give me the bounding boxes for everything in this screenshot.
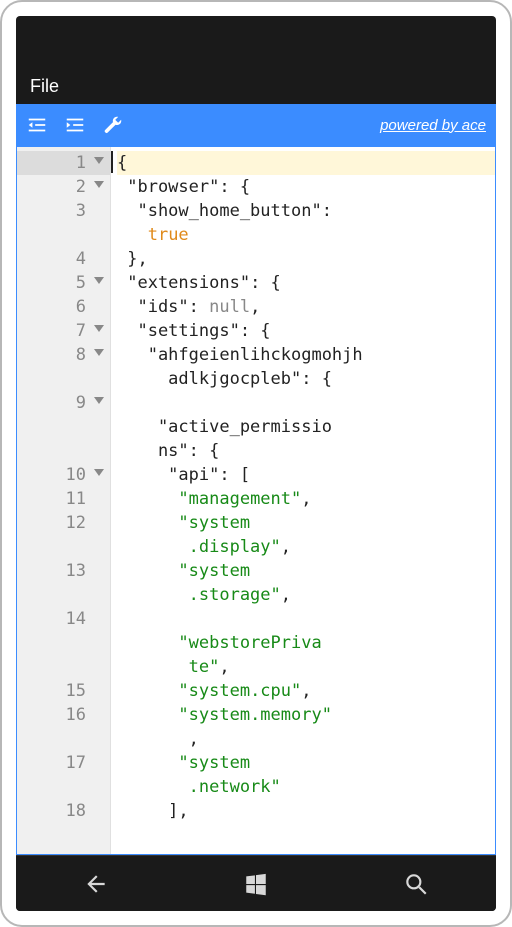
indent-icon[interactable] — [64, 114, 86, 136]
gutter-line[interactable]: 15 — [17, 679, 110, 703]
wrench-icon[interactable] — [102, 114, 124, 136]
editor-toolbar: powered by ace — [16, 104, 496, 146]
gutter-line[interactable]: 3 — [17, 199, 110, 247]
gutter-line[interactable]: 12 — [17, 511, 110, 559]
gutter-line[interactable]: 7 — [17, 319, 110, 343]
outdent-icon[interactable] — [26, 114, 48, 136]
gutter-line[interactable]: 11 — [17, 487, 110, 511]
gutter-line[interactable]: 6 — [17, 295, 110, 319]
powered-by-link[interactable]: powered by ace — [380, 117, 486, 134]
status-bar — [16, 16, 496, 68]
gutter-line[interactable]: 8 — [17, 343, 110, 391]
gutter-line[interactable]: 9 — [17, 391, 110, 463]
gutter-line[interactable]: 5 — [17, 271, 110, 295]
gutter-line[interactable]: 16 — [17, 703, 110, 751]
fold-arrow-icon[interactable] — [94, 397, 104, 404]
device-frame: File powered by ace 12345678910111213141… — [0, 0, 512, 927]
gutter-line[interactable]: 4 — [17, 247, 110, 271]
status-line: Ln: 1 Col: 1 — [17, 854, 495, 855]
editor[interactable]: 123456789101112131415161718 { "browser":… — [16, 146, 496, 855]
screen: File powered by ace 12345678910111213141… — [16, 16, 496, 911]
gutter-line[interactable]: 17 — [17, 751, 110, 799]
text-cursor — [111, 151, 113, 173]
fold-arrow-icon[interactable] — [94, 181, 104, 188]
gutter-line[interactable]: 18 — [17, 799, 110, 823]
fold-arrow-icon[interactable] — [94, 277, 104, 284]
gutter-line[interactable]: 2 — [17, 175, 110, 199]
nav-bar — [16, 855, 496, 911]
back-icon[interactable] — [83, 871, 109, 897]
file-menu[interactable]: File — [30, 76, 59, 97]
gutter-line[interactable]: 14 — [17, 607, 110, 679]
windows-icon[interactable] — [243, 871, 269, 897]
gutter-line[interactable]: 13 — [17, 559, 110, 607]
fold-arrow-icon[interactable] — [94, 157, 104, 164]
fold-arrow-icon[interactable] — [94, 349, 104, 356]
gutter-line[interactable]: 10 — [17, 463, 110, 487]
code-area[interactable]: { "browser": { "show_home_button": true … — [111, 147, 495, 854]
search-icon[interactable] — [403, 871, 429, 897]
fold-arrow-icon[interactable] — [94, 325, 104, 332]
fold-arrow-icon[interactable] — [94, 469, 104, 476]
menu-bar: File — [16, 68, 496, 104]
gutter[interactable]: 123456789101112131415161718 — [17, 147, 111, 854]
gutter-line[interactable]: 1 — [17, 151, 110, 175]
